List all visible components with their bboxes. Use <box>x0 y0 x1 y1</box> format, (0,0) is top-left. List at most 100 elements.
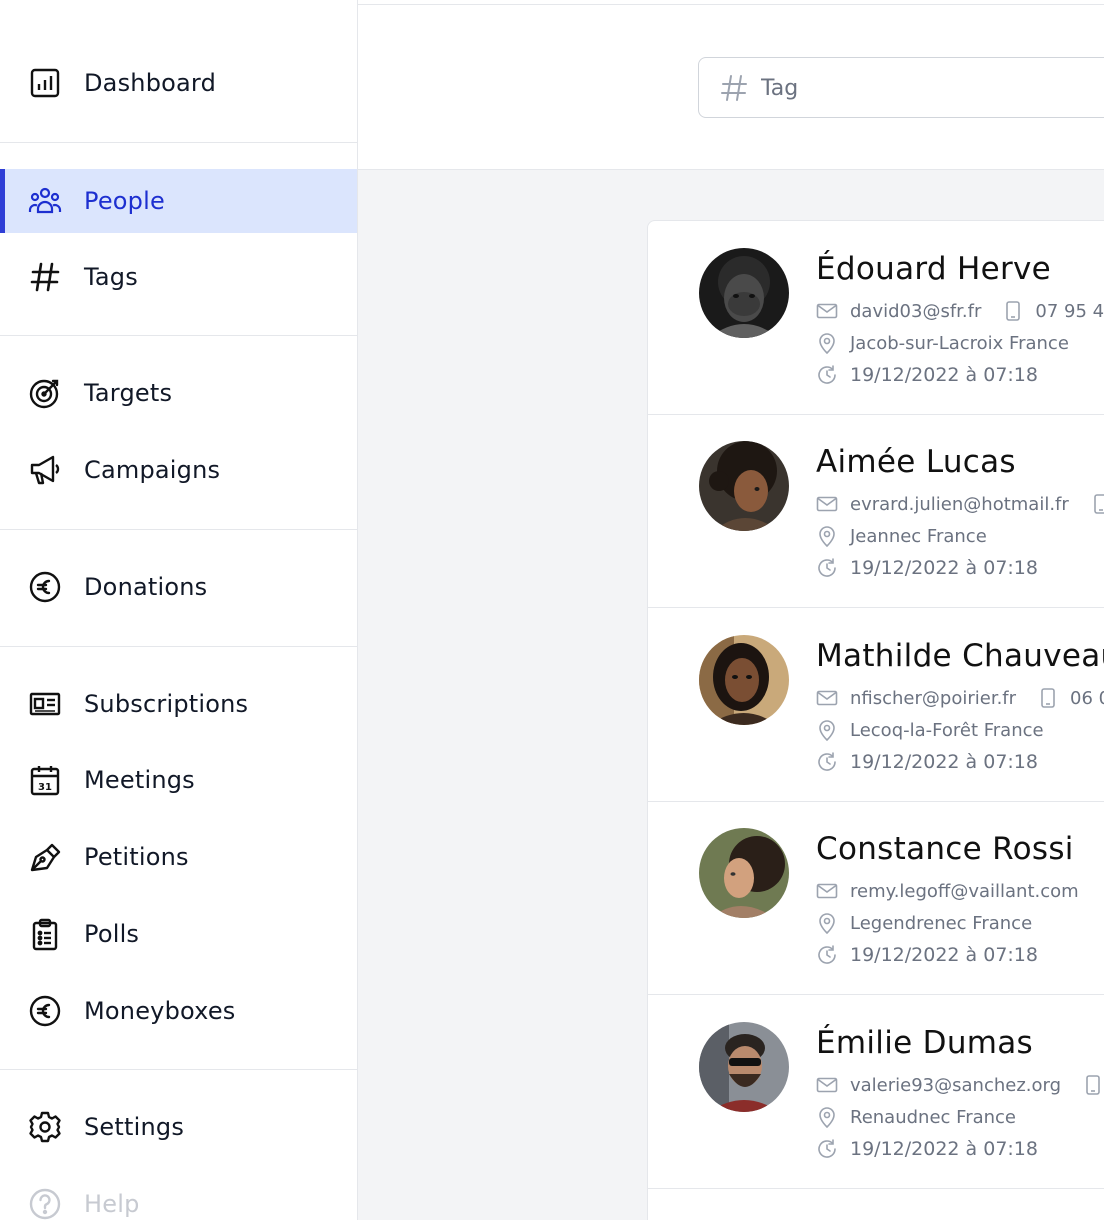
sidebar-item-label: Campaigns <box>84 456 221 484</box>
person-location: Renaudnec France <box>850 1106 1016 1128</box>
date-row: 19/12/2022 à 07:18 <box>816 1136 1038 1162</box>
sidebar-item-polls[interactable]: Polls <box>0 902 357 966</box>
sidebar-item-settings[interactable]: Settings <box>0 1095 357 1159</box>
person-card[interactable]: Constance Rossi remy.legoff@vaillant.com… <box>648 801 1104 995</box>
history-icon <box>816 557 838 579</box>
filter-bar <box>358 0 1104 170</box>
svg-text:31: 31 <box>38 782 52 793</box>
history-icon <box>816 751 838 773</box>
history-icon <box>816 364 838 386</box>
avatar <box>728 1216 788 1220</box>
person-date: 19/12/2022 à 07:18 <box>850 1138 1038 1160</box>
person-card[interactable]: Mathilde Chauveau nfischer@poirier.fr 06… <box>648 608 1104 802</box>
person-location: Jeannec France <box>850 525 987 547</box>
avatar <box>699 1022 789 1112</box>
sidebar-item-label: Dashboard <box>84 69 217 97</box>
sidebar-item-label: Subscriptions <box>84 690 249 718</box>
person-card[interactable]: Aimée Lucas evrard.julien@hotmail.fr Jea… <box>648 414 1104 608</box>
sidebar-item-label: Tags <box>84 263 138 291</box>
email-row: nfischer@poirier.fr 06 08 <box>816 685 1104 711</box>
megaphone-icon <box>28 453 62 487</box>
nav-group-settings: Settings Help <box>0 1070 357 1220</box>
history-icon <box>816 944 838 966</box>
person-email[interactable]: remy.legoff@vaillant.com <box>850 881 1079 902</box>
question-icon <box>28 1187 62 1220</box>
pen-nib-icon <box>28 840 62 874</box>
person-email[interactable]: nfischer@poirier.fr <box>850 688 1016 709</box>
sidebar-item-dashboard[interactable]: Dashboard <box>0 51 357 115</box>
sidebar-item-label: People <box>84 187 165 215</box>
person-date: 19/12/2022 à 07:18 <box>850 364 1038 386</box>
person-location: Legendrenec France <box>850 912 1033 934</box>
person-name: Mathilde Chauveau <box>816 638 1104 674</box>
phone-icon <box>1003 300 1023 322</box>
hashtag-icon <box>719 72 749 104</box>
phone-icon <box>1083 1074 1103 1096</box>
sidebar-item-label: Help <box>84 1190 140 1218</box>
envelope-icon <box>816 880 838 902</box>
sidebar-item-subscriptions[interactable]: Subscriptions <box>0 672 357 736</box>
gear-icon <box>28 1110 62 1144</box>
sidebar-item-petitions[interactable]: Petitions <box>0 825 357 889</box>
person-phone[interactable]: 07 95 44 <box>1035 301 1104 322</box>
sidebar-item-people[interactable]: People <box>0 169 357 233</box>
person-phone[interactable]: 06 08 <box>1070 688 1104 709</box>
chart-bar-icon <box>28 66 62 100</box>
map-pin-icon <box>816 719 838 741</box>
sidebar-item-help[interactable]: Help <box>0 1172 357 1220</box>
email-row: valerie93@sanchez.org <box>816 1072 1104 1098</box>
sidebar-item-tags[interactable]: Tags <box>0 245 357 309</box>
location-row: Renaudnec France <box>816 1104 1016 1130</box>
location-row: Lecoq-la-Forêt France <box>816 717 1044 743</box>
sidebar-item-campaigns[interactable]: Campaigns <box>0 438 357 502</box>
sidebar-item-label: Settings <box>84 1113 185 1141</box>
envelope-icon <box>816 687 838 709</box>
person-date: 19/12/2022 à 07:18 <box>850 557 1038 579</box>
date-row: 19/12/2022 à 07:18 <box>816 362 1038 388</box>
map-pin-icon <box>816 1106 838 1128</box>
person-email[interactable]: david03@sfr.fr <box>850 301 981 322</box>
person-email[interactable]: evrard.julien@hotmail.fr <box>850 494 1069 515</box>
date-row: 19/12/2022 à 07:18 <box>816 555 1038 581</box>
location-row: Jacob-sur-Lacroix France <box>816 330 1069 356</box>
person-name: Émilie Dumas <box>816 1025 1034 1061</box>
person-name: Constance Rossi <box>816 831 1074 867</box>
email-row: remy.legoff@vaillant.com <box>816 878 1104 904</box>
sidebar-item-targets[interactable]: Targets <box>0 361 357 425</box>
phone-icon <box>1038 687 1058 709</box>
person-date: 19/12/2022 à 07:18 <box>850 944 1038 966</box>
sidebar-item-meetings[interactable]: 31 Meetings <box>0 748 357 812</box>
email-row: evrard.julien@hotmail.fr <box>816 491 1104 517</box>
sidebar-item-label: Petitions <box>84 843 189 871</box>
nav-group-main: Dashboard <box>0 0 357 143</box>
sidebar-item-donations[interactable]: Donations <box>0 555 357 619</box>
person-name: Aimée Lucas <box>816 444 1016 480</box>
euro-icon <box>28 994 62 1028</box>
person-card[interactable]: Édouard Herve david03@sfr.fr 07 95 44 Ja… <box>648 221 1104 415</box>
person-card[interactable]: Émilie Dumas valerie93@sanchez.org Renau… <box>648 995 1104 1189</box>
envelope-icon <box>816 1074 838 1096</box>
avatar <box>699 441 789 531</box>
tag-input[interactable] <box>761 70 1091 106</box>
envelope-icon <box>816 493 838 515</box>
avatar <box>699 828 789 918</box>
euro-icon <box>28 570 62 604</box>
nav-group-people: People Tags <box>0 143 357 336</box>
envelope-icon <box>816 300 838 322</box>
clipboard-list-icon <box>28 917 62 951</box>
phone-icon <box>1091 493 1104 515</box>
date-row: 19/12/2022 à 07:18 <box>816 942 1038 968</box>
sidebar-item-moneyboxes[interactable]: Moneyboxes <box>0 979 357 1043</box>
sidebar-item-label: Moneyboxes <box>84 997 236 1025</box>
history-icon <box>816 1138 838 1160</box>
avatar <box>699 248 789 338</box>
target-icon <box>28 376 62 410</box>
sidebar-item-label: Targets <box>84 379 173 407</box>
avatar <box>699 635 789 725</box>
person-email[interactable]: valerie93@sanchez.org <box>850 1075 1061 1096</box>
sidebar-item-label: Donations <box>84 573 208 601</box>
map-pin-icon <box>816 332 838 354</box>
newspaper-icon <box>28 687 62 721</box>
tag-filter[interactable] <box>698 57 1104 118</box>
divider <box>358 4 1104 5</box>
